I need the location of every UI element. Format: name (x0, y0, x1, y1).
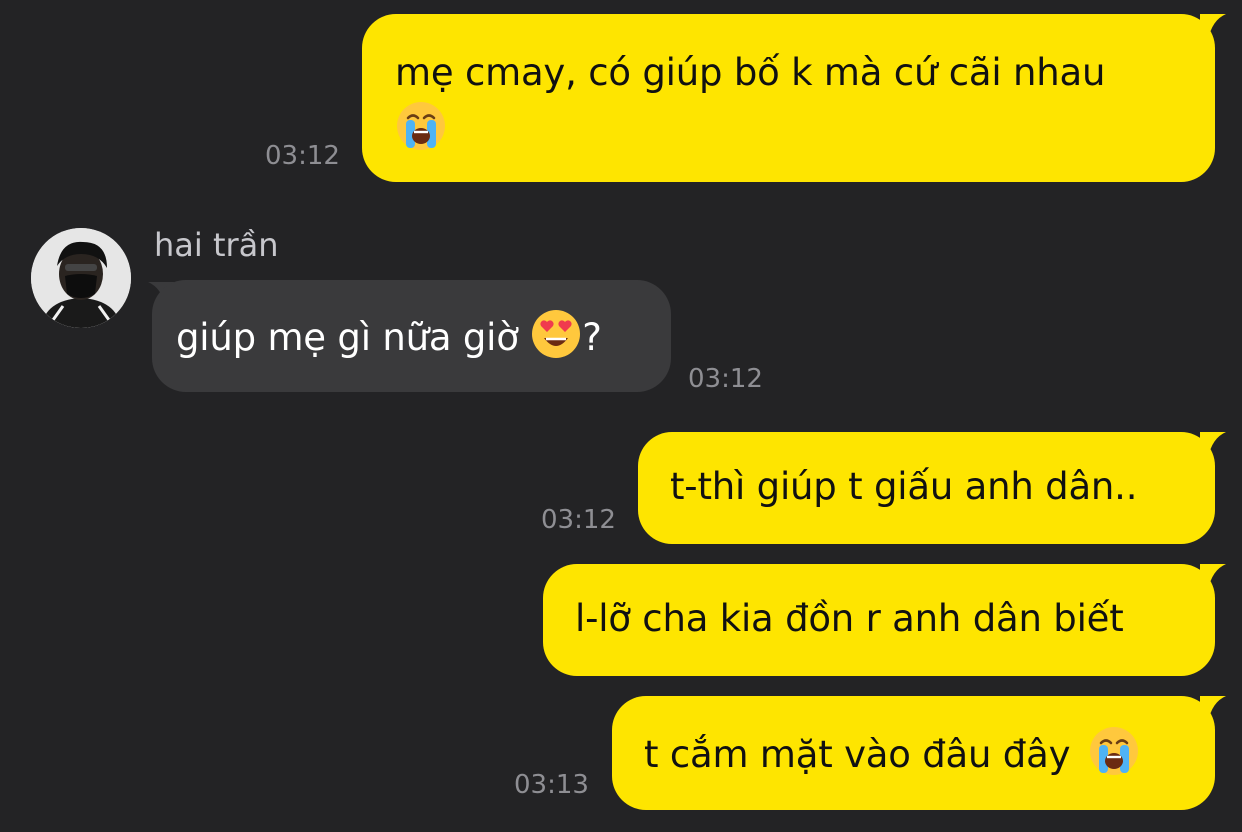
message-text: l-lỡ cha kia đồn r anh dân biết (575, 597, 1124, 640)
sender-name: hai trần (154, 226, 279, 264)
bubble-tail (1200, 564, 1226, 590)
heart-eyes-face-icon (530, 308, 582, 360)
message-timestamp: 03:12 (541, 505, 616, 535)
message-timestamp: 03:13 (514, 770, 589, 800)
loudly-crying-face-icon (395, 100, 447, 152)
bubble-tail (1200, 432, 1226, 458)
chat-thread: 03:12 mẹ cmay, có giúp bố k mà cứ cãi nh… (0, 0, 1242, 832)
outgoing-message-bubble[interactable]: t-thì giúp t giấu anh dân.. (638, 432, 1215, 544)
message-text: t-thì giúp t giấu anh dân.. (670, 465, 1138, 508)
bubble-tail (1200, 14, 1226, 40)
outgoing-message-bubble[interactable]: mẹ cmay, có giúp bố k mà cứ cãi nhau (362, 14, 1215, 182)
avatar[interactable] (31, 228, 131, 328)
loudly-crying-face-icon (1088, 725, 1140, 777)
bubble-tail (1200, 696, 1226, 722)
message-timestamp: 03:12 (688, 364, 763, 394)
incoming-message-bubble[interactable]: giúp mẹ gì nữa giờ ? (152, 280, 671, 392)
outgoing-message-bubble[interactable]: t cắm mặt vào đâu đây (612, 696, 1215, 810)
message-text-suffix: ? (582, 316, 602, 359)
outgoing-message-bubble[interactable]: l-lỡ cha kia đồn r anh dân biết (543, 564, 1215, 676)
message-timestamp: 03:12 (265, 141, 340, 171)
message-text: mẹ cmay, có giúp bố k mà cứ cãi nhau (395, 51, 1106, 94)
message-text: giúp mẹ gì nữa giờ (176, 316, 519, 359)
message-text: t cắm mặt vào đâu đây (644, 733, 1071, 776)
